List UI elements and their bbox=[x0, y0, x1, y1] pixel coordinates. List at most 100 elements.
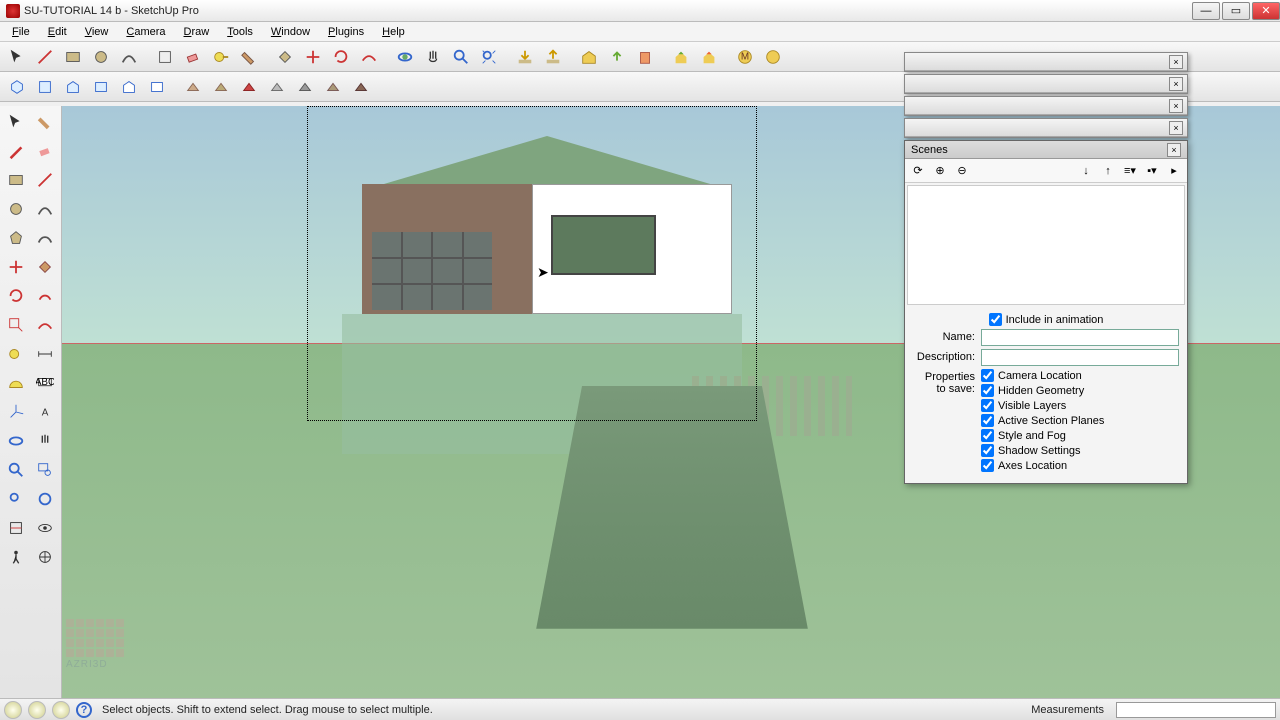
line2-icon[interactable] bbox=[31, 166, 58, 193]
style7-icon[interactable] bbox=[348, 74, 374, 100]
text-icon[interactable]: ABC bbox=[31, 369, 58, 396]
paint-icon[interactable] bbox=[236, 44, 262, 70]
style3-icon[interactable] bbox=[236, 74, 262, 100]
front-view-icon[interactable] bbox=[60, 74, 86, 100]
scene-name-input[interactable] bbox=[981, 329, 1179, 346]
move-down-icon[interactable]: ↓ bbox=[1077, 162, 1095, 180]
axes-icon[interactable] bbox=[2, 398, 29, 425]
circle-tool-icon[interactable] bbox=[88, 44, 114, 70]
style2-icon[interactable] bbox=[208, 74, 234, 100]
arc2-icon[interactable] bbox=[31, 195, 58, 222]
top-view-icon[interactable] bbox=[32, 74, 58, 100]
menu-file[interactable]: File bbox=[4, 24, 38, 40]
menu-window[interactable]: Window bbox=[263, 24, 318, 40]
medal-icon[interactable]: M bbox=[732, 44, 758, 70]
menu-camera[interactable]: Camera bbox=[118, 24, 173, 40]
zoom2-icon[interactable] bbox=[2, 456, 29, 483]
zoom-icon[interactable] bbox=[448, 44, 474, 70]
arc-tool-icon[interactable] bbox=[116, 44, 142, 70]
prop-section[interactable]: Active Section Planes bbox=[981, 414, 1104, 427]
move-icon[interactable] bbox=[300, 44, 326, 70]
rotate2-icon[interactable] bbox=[2, 282, 29, 309]
scale-icon[interactable] bbox=[2, 311, 29, 338]
iso-view-icon[interactable] bbox=[4, 74, 30, 100]
add-scene-icon[interactable]: ⊕ bbox=[931, 162, 949, 180]
pencil-icon[interactable] bbox=[2, 137, 29, 164]
zoom-extents-icon[interactable] bbox=[476, 44, 502, 70]
polygon-icon[interactable] bbox=[2, 224, 29, 251]
position-icon[interactable] bbox=[31, 543, 58, 570]
share-model-icon[interactable] bbox=[540, 44, 566, 70]
rect2-icon[interactable] bbox=[2, 166, 29, 193]
rectangle-tool-icon[interactable] bbox=[60, 44, 86, 70]
collapsed-tray-3[interactable]: × bbox=[904, 96, 1188, 116]
pan2-icon[interactable] bbox=[31, 427, 58, 454]
prop-style[interactable]: Style and Fog bbox=[981, 429, 1104, 442]
menu-edit[interactable]: Edit bbox=[40, 24, 75, 40]
collapsed-tray-4[interactable]: × bbox=[904, 118, 1188, 138]
pan-icon[interactable] bbox=[420, 44, 446, 70]
get-model-icon[interactable] bbox=[512, 44, 538, 70]
scene-desc-input[interactable] bbox=[981, 349, 1179, 366]
prop-hidden[interactable]: Hidden Geometry bbox=[981, 384, 1104, 397]
close-icon[interactable]: × bbox=[1169, 55, 1183, 69]
back-view-icon[interactable] bbox=[116, 74, 142, 100]
offset-icon[interactable] bbox=[356, 44, 382, 70]
eraser2-icon[interactable] bbox=[31, 137, 58, 164]
rotate-icon[interactable] bbox=[328, 44, 354, 70]
walk-icon[interactable] bbox=[2, 543, 29, 570]
menu-draw[interactable]: Draw bbox=[176, 24, 218, 40]
close-icon[interactable]: × bbox=[1169, 77, 1183, 91]
close-icon[interactable]: × bbox=[1169, 99, 1183, 113]
thumb-icon[interactable]: ▪▾ bbox=[1143, 162, 1161, 180]
credits-icon[interactable] bbox=[28, 701, 46, 719]
3dtext-icon[interactable]: A bbox=[31, 398, 58, 425]
help-icon[interactable]: ? bbox=[76, 702, 92, 718]
building-icon[interactable] bbox=[632, 44, 658, 70]
orbit-icon[interactable] bbox=[392, 44, 418, 70]
scenes-header[interactable]: Scenes × bbox=[905, 141, 1187, 159]
circle2-icon[interactable] bbox=[2, 195, 29, 222]
dimension-icon[interactable] bbox=[31, 340, 58, 367]
house-up2-icon[interactable] bbox=[696, 44, 722, 70]
protractor-icon[interactable] bbox=[2, 369, 29, 396]
list-icon[interactable]: ≡▾ bbox=[1121, 162, 1139, 180]
eraser-icon[interactable] bbox=[180, 44, 206, 70]
prop-axes[interactable]: Axes Location bbox=[981, 459, 1104, 472]
style1-icon[interactable] bbox=[180, 74, 206, 100]
close-button[interactable]: ✕ bbox=[1252, 2, 1280, 20]
remove-scene-icon[interactable]: ⊖ bbox=[953, 162, 971, 180]
zoomwin-icon[interactable] bbox=[31, 456, 58, 483]
badge-icon[interactable] bbox=[760, 44, 786, 70]
menu-tools[interactable]: Tools bbox=[219, 24, 261, 40]
style4-icon[interactable] bbox=[264, 74, 290, 100]
move-up-icon[interactable]: ↑ bbox=[1099, 162, 1117, 180]
zoomext-icon[interactable] bbox=[2, 485, 29, 512]
orbit2-icon[interactable] bbox=[2, 427, 29, 454]
measurements-input[interactable] bbox=[1116, 702, 1276, 718]
tape-icon[interactable] bbox=[208, 44, 234, 70]
close-icon[interactable]: × bbox=[1167, 143, 1181, 157]
look-icon[interactable] bbox=[31, 514, 58, 541]
pushpull-icon[interactable] bbox=[272, 44, 298, 70]
menu-help[interactable]: Help bbox=[374, 24, 413, 40]
prev-icon[interactable] bbox=[31, 485, 58, 512]
prop-camera[interactable]: Camera Location bbox=[981, 369, 1104, 382]
detail-icon[interactable]: ▸ bbox=[1165, 162, 1183, 180]
freehand-icon[interactable] bbox=[31, 224, 58, 251]
left-view-icon[interactable] bbox=[144, 74, 170, 100]
prop-layers[interactable]: Visible Layers bbox=[981, 399, 1104, 412]
paint-bucket-icon[interactable] bbox=[31, 108, 58, 135]
style5-icon[interactable] bbox=[292, 74, 318, 100]
style6-icon[interactable] bbox=[320, 74, 346, 100]
section-icon[interactable] bbox=[2, 514, 29, 541]
menu-plugins[interactable]: Plugins bbox=[320, 24, 372, 40]
collapsed-tray-1[interactable]: × bbox=[904, 52, 1188, 72]
info-icon[interactable] bbox=[52, 701, 70, 719]
warehouse-icon[interactable] bbox=[576, 44, 602, 70]
include-animation-checkbox[interactable]: Include in animation bbox=[989, 313, 1104, 326]
menu-view[interactable]: View bbox=[77, 24, 117, 40]
component-icon[interactable] bbox=[152, 44, 178, 70]
select-icon[interactable] bbox=[2, 108, 29, 135]
move2-icon[interactable] bbox=[2, 253, 29, 280]
